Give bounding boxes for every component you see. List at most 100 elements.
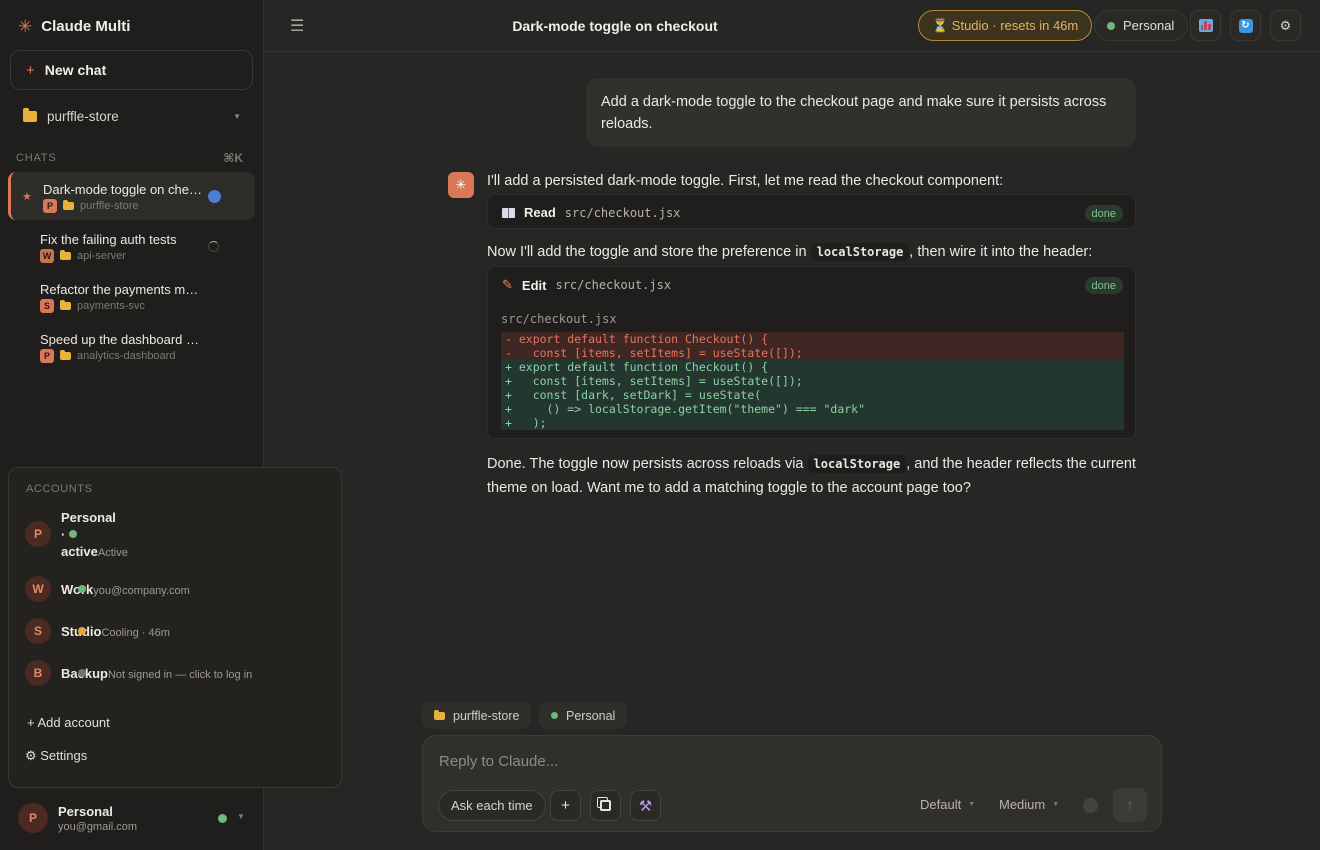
context-account-pill[interactable]: Personal <box>539 702 628 729</box>
assistant-text: Done. The toggle now persists across rel… <box>487 452 1147 500</box>
folder-icon <box>60 350 71 360</box>
chevron-down-icon: ▼ <box>1052 801 1060 808</box>
effort-selector[interactable]: Medium ▼ <box>999 797 1059 812</box>
account-name: Personal <box>61 510 116 525</box>
hammer-icon: ⚒ <box>638 797 653 815</box>
bar-chart-icon <box>1198 19 1213 32</box>
chat-item[interactable]: Speed up the dashboard … P analytics-das… <box>8 322 255 370</box>
settings-button[interactable]: ⚙ <box>1270 10 1301 41</box>
folder-icon <box>63 200 74 210</box>
chat-meta: P analytics-dashboard <box>40 349 175 363</box>
usage-chart-button[interactable] <box>1190 10 1221 41</box>
tool-call-read[interactable]: Read src/checkout.jsx done <box>487 194 1136 229</box>
chat-item[interactable]: ★ Dark-mode toggle on che… P purffle-sto… <box>8 172 255 220</box>
search-shortcut[interactable]: ⌘K <box>223 151 243 165</box>
chat-project: payments-svc <box>77 300 145 312</box>
effort-label: Medium <box>999 797 1046 812</box>
model-selector[interactable]: Default ▼ <box>920 797 975 812</box>
diff-line-added: + const [dark, setDark] = useState( <box>501 388 1124 402</box>
avatar: P <box>25 521 51 547</box>
tools-button[interactable]: ⚒ <box>630 790 661 821</box>
permission-mode-button[interactable]: Ask each time <box>438 790 546 821</box>
chat-project: purffle-store <box>80 200 139 212</box>
sync-icon: ↻ <box>1238 18 1253 33</box>
arrow-up-icon: ↑ <box>1126 796 1134 814</box>
reply-input[interactable] <box>439 753 1119 770</box>
avatar: S <box>25 618 51 644</box>
settings-menu-item[interactable]: ⚙ Settings <box>25 748 87 764</box>
context-usage-indicator <box>1083 798 1098 813</box>
account-status-row: activeActive <box>61 544 128 559</box>
send-button[interactable]: ↑ <box>1113 788 1147 822</box>
tool-action: Edit <box>521 277 547 293</box>
chat-project: api-server <box>77 250 126 262</box>
diff-filename: src/checkout.jsx <box>501 312 617 326</box>
account-item-work[interactable]: W Workyou@company.com <box>25 576 325 602</box>
copy-button[interactable] <box>590 790 621 821</box>
add-account-button[interactable]: + Add account <box>27 715 110 730</box>
status-dot <box>78 669 86 677</box>
inline-code: localStorage <box>810 243 910 261</box>
chat-item[interactable]: Refactor the payments m… S payments-svc <box>8 272 255 320</box>
account-item-personal[interactable]: P Personal · activeActive <box>25 510 325 560</box>
chat-item[interactable]: Fix the failing auth tests W api-server <box>8 222 255 270</box>
rate-limit-pill[interactable]: ⏳ Studio · resets in 46m <box>918 10 1093 41</box>
chat-meta: P purffle-store <box>43 199 139 213</box>
status-dot <box>1107 21 1115 30</box>
account-item-studio[interactable]: S StudioCooling · 46m <box>25 618 325 644</box>
account-pill[interactable]: Personal <box>1094 10 1189 41</box>
tool-path: src/checkout.jsx <box>564 205 681 220</box>
unread-indicator <box>208 190 221 203</box>
chevron-down-icon: ▼ <box>237 812 245 821</box>
diff-line-added: + const [items, setItems] = useState([])… <box>501 374 1124 388</box>
context-project-label: purffle-store <box>453 708 520 723</box>
chat-title: Dark-mode toggle on che… <box>43 182 202 197</box>
diff-line-removed: - export default function Checkout() { <box>501 332 1124 346</box>
chevron-down-icon: ▼ <box>233 111 241 121</box>
top-bar: ☰ Dark-mode toggle on checkout ⏳ Studio … <box>264 0 1320 52</box>
tool-header: ✎ Edit src/checkout.jsx <box>502 277 671 293</box>
copy-icon <box>600 800 611 811</box>
chevron-down-icon: ▼ <box>968 801 976 808</box>
pinned-star-icon: ★ <box>22 191 32 203</box>
accounts-menu: ACCOUNTS P Personal · activeActive W Wor… <box>8 467 342 788</box>
assistant-text: Now I'll add the toggle and store the pr… <box>487 240 1147 264</box>
project-selector[interactable]: purffle-store ▼ <box>10 100 253 132</box>
account-badge: P <box>43 199 57 213</box>
status-dot <box>78 627 86 635</box>
account-badge: P <box>40 349 54 363</box>
sync-button[interactable]: ↻ <box>1230 10 1261 41</box>
chats-section-label: CHATS <box>16 152 57 164</box>
account-detail: Active <box>97 547 128 559</box>
context-account-label: Personal <box>566 708 616 723</box>
account-item-backup[interactable]: B BackupNot signed in — click to log in <box>25 660 325 686</box>
status-dot <box>69 530 77 538</box>
chat-title: Refactor the payments m… <box>40 282 199 297</box>
assistant-text-segment: , then wire it into the header: <box>909 244 1093 260</box>
tool-call-edit[interactable]: ✎ Edit src/checkout.jsx done src/checkou… <box>487 266 1136 439</box>
avatar: B <box>25 660 51 686</box>
account-name-row: BackupNot signed in — click to log in <box>61 666 252 681</box>
status-dot <box>551 712 558 719</box>
gear-icon: ⚙ <box>1279 17 1292 33</box>
diff-line-added: + () => localStorage.getItem("theme") ==… <box>501 402 1124 416</box>
chat-project: analytics-dashboard <box>77 350 176 362</box>
tool-path: src/checkout.jsx <box>555 278 672 292</box>
app-name: Claude Multi <box>41 18 131 35</box>
tool-action: Read <box>524 205 556 220</box>
asterisk-icon: ✳ <box>18 17 33 36</box>
diff-line-added: + export default function Checkout() { <box>501 360 1124 374</box>
account-detail: Cooling · 46m <box>101 627 170 639</box>
account-active-word: active <box>61 544 98 559</box>
avatar: W <box>25 576 51 602</box>
add-attachment-button[interactable]: + <box>550 790 581 821</box>
folder-icon <box>434 709 445 720</box>
context-project-pill[interactable]: purffle-store <box>422 702 532 729</box>
chat-title-heading: Dark-mode toggle on checkout <box>512 18 718 34</box>
account-detail: you@company.com <box>93 585 190 597</box>
project-name: purffle-store <box>47 108 119 124</box>
new-chat-button[interactable]: + New chat <box>10 50 253 90</box>
chat-title: Speed up the dashboard … <box>40 332 200 347</box>
current-account-switcher[interactable]: P Personal you@gmail.com ▼ <box>18 803 248 835</box>
diff-line-added: + ); <box>501 416 1124 430</box>
